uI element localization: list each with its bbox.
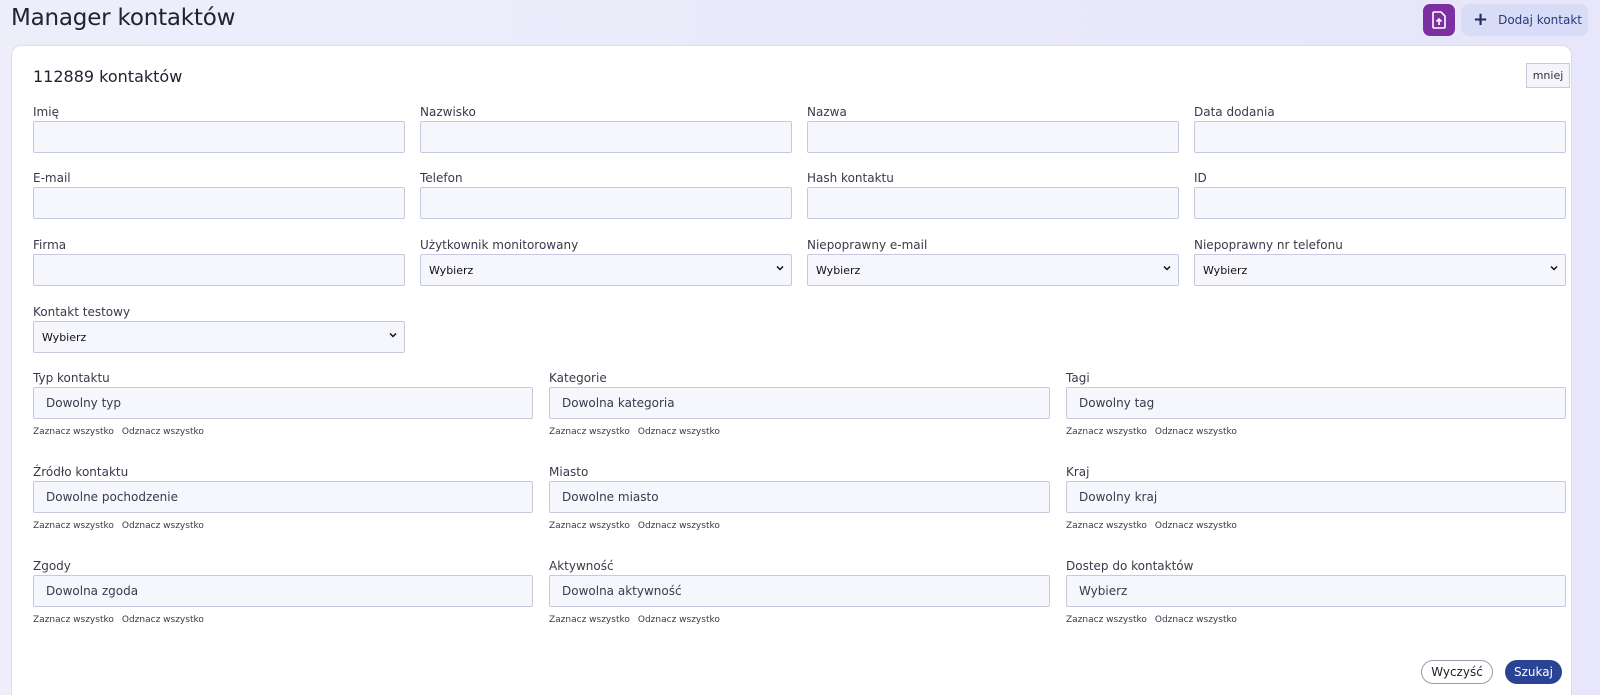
field-label: Kontakt testowy (33, 305, 131, 319)
invalid-phone-select[interactable]: Wybierz (1194, 254, 1566, 286)
contact-source-multiselect[interactable]: Dowolne pochodzenie (33, 481, 533, 513)
select-links: Zaznacz wszystko Odznacz wszystko (549, 615, 728, 625)
field-label: Niepoprawny e-mail (807, 238, 928, 252)
email-input[interactable] (33, 187, 405, 219)
id-input[interactable] (1194, 187, 1566, 219)
contact-hash-input[interactable] (807, 187, 1179, 219)
select-all-link[interactable]: Zaznacz wszystko (33, 615, 114, 625)
chevron-down-icon (1163, 265, 1171, 271)
field-label: E-mail (33, 171, 71, 185)
activity-multiselect[interactable]: Dowolna aktywność (549, 575, 1050, 607)
deselect-all-link[interactable]: Odznacz wszystko (638, 427, 720, 437)
monitored-user-select[interactable]: Wybierz (420, 254, 792, 286)
show-less-button[interactable]: mniej (1526, 63, 1570, 88)
name-input[interactable] (807, 121, 1179, 153)
field-label: Tagi (1066, 371, 1090, 385)
select-links: Zaznacz wszystko Odznacz wszystko (1066, 427, 1245, 437)
select-all-link[interactable]: Zaznacz wszystko (33, 521, 114, 531)
field-label: Firma (33, 238, 67, 252)
field-label: Kraj (1066, 465, 1090, 479)
consents-multiselect[interactable]: Dowolna zgoda (33, 575, 533, 607)
clear-button[interactable]: Wyczyść (1421, 660, 1493, 684)
field-label: ID (1194, 171, 1207, 185)
select-value: Wybierz (42, 330, 87, 344)
file-upload-icon (1432, 11, 1446, 29)
deselect-all-link[interactable]: Odznacz wszystko (122, 427, 204, 437)
search-button[interactable]: Szukaj (1505, 660, 1562, 684)
select-links: Zaznacz wszystko Odznacz wszystko (1066, 521, 1245, 531)
select-all-link[interactable]: Zaznacz wszystko (33, 427, 114, 437)
filter-card: 112889 kontaktów mniej Imię Nazwisko Naz… (11, 45, 1572, 695)
field-label: Źródło kontaktu (33, 465, 129, 479)
invalid-email-select[interactable]: Wybierz (807, 254, 1179, 286)
select-all-link[interactable]: Zaznacz wszystko (549, 615, 630, 625)
company-input[interactable] (33, 254, 405, 286)
select-all-link[interactable]: Zaznacz wszystko (549, 427, 630, 437)
select-all-link[interactable]: Zaznacz wszystko (1066, 521, 1147, 531)
field-label: Hash kontaktu (807, 171, 894, 185)
select-links: Zaznacz wszystko Odznacz wszystko (1066, 615, 1245, 625)
field-label: Aktywność (549, 559, 614, 573)
field-label: Dostep do kontaktów (1066, 559, 1194, 573)
chevron-down-icon (776, 265, 784, 271)
field-label: Użytkownik monitorowany (420, 238, 579, 252)
chevron-down-icon (1550, 265, 1558, 271)
select-value: Wybierz (429, 263, 474, 277)
deselect-all-link[interactable]: Odznacz wszystko (122, 615, 204, 625)
tags-multiselect[interactable]: Dowolny tag (1066, 387, 1566, 419)
deselect-all-link[interactable]: Odznacz wszystko (1155, 427, 1237, 437)
select-links: Zaznacz wszystko Odznacz wszystko (549, 427, 728, 437)
deselect-all-link[interactable]: Odznacz wszystko (638, 615, 720, 625)
select-links: Zaznacz wszystko Odznacz wszystko (33, 521, 212, 531)
city-multiselect[interactable]: Dowolne miasto (549, 481, 1050, 513)
add-contact-button[interactable]: + Dodaj kontakt (1461, 4, 1588, 36)
last-name-input[interactable] (420, 121, 792, 153)
test-contact-select[interactable]: Wybierz (33, 321, 405, 353)
page-title: Manager kontaktów (11, 5, 236, 31)
field-label: Telefon (420, 171, 463, 185)
contact-type-multiselect[interactable]: Dowolny typ (33, 387, 533, 419)
field-label: Nazwa (807, 105, 847, 119)
import-contacts-button[interactable] (1423, 4, 1455, 36)
field-label: Miasto (549, 465, 589, 479)
select-links: Zaznacz wszystko Odznacz wszystko (549, 521, 728, 531)
deselect-all-link[interactable]: Odznacz wszystko (638, 521, 720, 531)
select-value: Wybierz (1203, 263, 1248, 277)
plus-icon: + (1473, 9, 1489, 30)
field-label: Zgody (33, 559, 71, 573)
chevron-down-icon (389, 332, 397, 338)
select-all-link[interactable]: Zaznacz wszystko (1066, 427, 1147, 437)
deselect-all-link[interactable]: Odznacz wszystko (122, 521, 204, 531)
add-contact-label: Dodaj kontakt (1498, 13, 1582, 27)
contact-access-multiselect[interactable]: Wybierz (1066, 575, 1566, 607)
phone-input[interactable] (420, 187, 792, 219)
select-all-link[interactable]: Zaznacz wszystko (1066, 615, 1147, 625)
field-label: Typ kontaktu (33, 371, 110, 385)
first-name-input[interactable] (33, 121, 405, 153)
field-label: Data dodania (1194, 105, 1275, 119)
country-multiselect[interactable]: Dowolny kraj (1066, 481, 1566, 513)
select-links: Zaznacz wszystko Odznacz wszystko (33, 427, 212, 437)
categories-multiselect[interactable]: Dowolna kategoria (549, 387, 1050, 419)
contacts-count: 112889 kontaktów (33, 67, 183, 86)
field-label: Kategorie (549, 371, 607, 385)
deselect-all-link[interactable]: Odznacz wszystko (1155, 615, 1237, 625)
field-label: Imię (33, 105, 59, 119)
select-links: Zaznacz wszystko Odznacz wszystko (33, 615, 212, 625)
date-added-input[interactable] (1194, 121, 1566, 153)
deselect-all-link[interactable]: Odznacz wszystko (1155, 521, 1237, 531)
field-label: Nazwisko (420, 105, 476, 119)
field-label: Niepoprawny nr telefonu (1194, 238, 1343, 252)
select-all-link[interactable]: Zaznacz wszystko (549, 521, 630, 531)
select-value: Wybierz (816, 263, 861, 277)
